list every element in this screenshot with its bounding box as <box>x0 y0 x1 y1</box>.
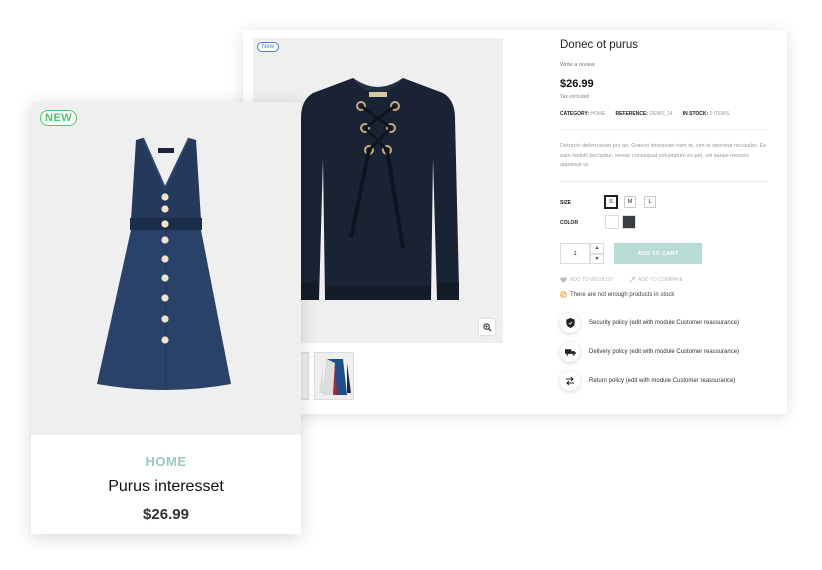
color-swatch-dark[interactable] <box>622 215 636 229</box>
add-to-wishlist-label: ADD TO WISHLIST <box>570 277 614 283</box>
product-card-image[interactable]: NEW <box>31 102 301 435</box>
product-card-price: $26.99 <box>143 506 189 523</box>
product-card-category[interactable]: HOME <box>31 454 301 469</box>
compare-icon <box>629 277 635 283</box>
reassurance-return: Return policy (edit with module Customer… <box>560 371 735 391</box>
zoom-icon <box>482 322 492 332</box>
add-to-compare-link[interactable]: ADD TO COMPARE <box>629 277 683 283</box>
color-label: COLOR <box>560 220 579 226</box>
add-to-wishlist-link[interactable]: ADD TO WISHLIST <box>560 277 614 283</box>
product-card-name[interactable]: Purus interesset <box>31 478 301 496</box>
quantity-input[interactable]: 1 <box>560 243 590 264</box>
stock-warning: There are not enough products in stock <box>560 291 674 298</box>
heart-icon <box>560 277 567 283</box>
tax-label: Tax excluded <box>560 94 590 100</box>
quantity-increase-button[interactable]: ▲ <box>590 243 604 254</box>
write-review-link[interactable]: Write a review <box>560 62 595 68</box>
reassurance-return-text: Return policy (edit with module Customer… <box>589 378 736 384</box>
product-description: Detracto deterruisset pro an. Graeco int… <box>560 143 767 168</box>
reference-value: DEMO_14 <box>649 111 673 117</box>
add-to-cart-button[interactable]: ADD TO CART <box>614 243 702 264</box>
product-detail-panel: New Donec ot purus Write a review $26.99… <box>243 30 787 414</box>
reference-label: REFERENCE: <box>615 111 648 117</box>
size-label: SIZE <box>560 200 572 206</box>
truck-icon <box>560 342 580 362</box>
category-label: CATEGORY: <box>560 111 590 117</box>
reassurance-security-text: Security policy (edit with module Custom… <box>589 320 740 326</box>
exchange-icon <box>560 371 580 391</box>
size-option-s[interactable]: S <box>605 196 617 208</box>
thumbnail-image <box>319 359 351 395</box>
thumbnail-2[interactable] <box>314 352 354 400</box>
stock-label: IN STOCK: <box>682 111 709 117</box>
warning-icon <box>560 291 567 298</box>
product-price: $26.99 <box>560 78 594 90</box>
reassurance-delivery: Delivery policy (edit with module Custom… <box>560 342 739 362</box>
quantity-decrease-button[interactable]: ▼ <box>590 253 604 264</box>
zoom-button[interactable] <box>479 319 495 335</box>
stock-value: 0 ITEMS <box>709 111 730 117</box>
dress-image <box>97 137 231 390</box>
reassurance-security: Security policy (edit with module Custom… <box>560 313 739 333</box>
stock-warning-text: There are not enough products in stock <box>570 291 675 298</box>
size-option-l[interactable]: L <box>644 196 656 208</box>
product-meta: CATEGORY: HOME REFERENCE: DEMO_14 IN STO… <box>560 111 729 117</box>
product-title: Donec ot purus <box>560 39 638 51</box>
divider <box>560 181 768 182</box>
shield-icon <box>560 313 580 333</box>
product-card[interactable]: NEW HOME Purus interesset $26.99 <box>31 102 301 534</box>
color-swatch-white[interactable] <box>605 215 619 229</box>
category-value[interactable]: HOME <box>590 111 605 117</box>
add-to-compare-label: ADD TO COMPARE <box>638 277 684 283</box>
new-badge: New <box>257 42 280 52</box>
size-option-m[interactable]: M <box>624 196 636 208</box>
new-badge: NEW <box>40 110 78 126</box>
divider <box>560 129 768 130</box>
reassurance-delivery-text: Delivery policy (edit with module Custom… <box>589 349 740 355</box>
